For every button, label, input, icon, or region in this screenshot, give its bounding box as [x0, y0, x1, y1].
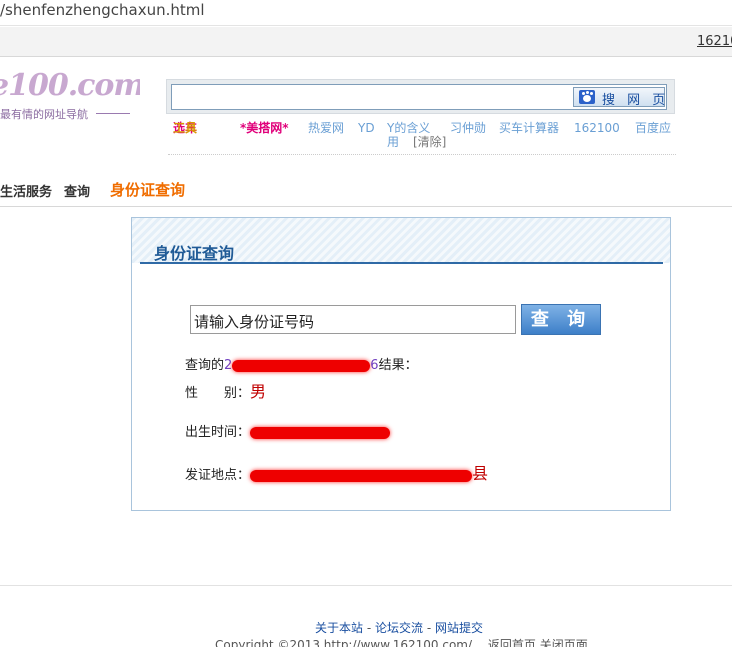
- place-value: 县: [472, 464, 489, 483]
- gender-value: 男: [250, 382, 267, 401]
- web-search-input[interactable]: 搜 网 页: [171, 84, 667, 110]
- redaction-mark: [250, 426, 391, 439]
- logo-tagline: 最有情的网址导航: [0, 108, 88, 121]
- redaction-mark: [232, 359, 371, 372]
- nav-id-query[interactable]: 身份证查询: [110, 179, 185, 200]
- place-label: 发证地点：: [185, 468, 251, 483]
- footer-copyright: Copyright ©2013 http://www.162100.com/ 返…: [215, 636, 588, 647]
- hot-link-car-calc[interactable]: 买车计算器: [499, 121, 559, 136]
- hot-link-yd[interactable]: YD: [358, 121, 375, 136]
- panel-title: 身份证查询: [154, 244, 235, 263]
- birth-label: 出生时间：: [185, 425, 251, 440]
- footer-link-close[interactable]: 关闭页面: [540, 638, 588, 647]
- gender-label: 性 别：: [185, 386, 251, 401]
- breadcrumb-nav: 生活服务 查询 身份证查询: [0, 172, 732, 207]
- panel-divider: [140, 262, 663, 264]
- hot-link-xi[interactable]: 习仲勋: [450, 121, 486, 136]
- footer-links: 关于本站 - 论坛交流 - 网站提交: [315, 621, 483, 635]
- hot-link-y-meaning[interactable]: Y的含义: [387, 121, 430, 136]
- footer-link-forum[interactable]: 论坛交流: [375, 621, 423, 635]
- nav-life-services[interactable]: 生活服务: [0, 181, 52, 200]
- hot-links: 选车 工具 *美搭网* 热爱网 YD Y的含义 习仲勋 买车计算器 162100 …: [168, 119, 676, 155]
- footer-link-about[interactable]: 关于本站: [315, 621, 363, 635]
- hot-link-reai[interactable]: 热爱网: [308, 121, 344, 136]
- nav-query[interactable]: 查询: [64, 181, 90, 200]
- hot-link-baidu-app[interactable]: 百度应: [635, 121, 671, 136]
- hot-link-baidu-app-cont[interactable]: 用: [387, 135, 399, 150]
- site-logo[interactable]: e100.com 最有情的网址导航: [0, 72, 140, 122]
- hot-link-meida[interactable]: *美搭网*: [240, 121, 289, 136]
- address-url[interactable]: /shenfenzhengchaxun.html: [0, 1, 205, 19]
- web-search-button-label: 搜 网 页: [602, 93, 670, 108]
- query-result-line: 查询的2 6结果：: [185, 358, 418, 373]
- logo-text: e100.com: [0, 72, 140, 103]
- footer-link-home[interactable]: 返回首页: [488, 638, 536, 647]
- web-search-button[interactable]: 搜 网 页: [573, 87, 665, 108]
- id-number-input[interactable]: 请输入身份证号码: [190, 305, 516, 334]
- query-button[interactable]: 查 询: [521, 304, 601, 335]
- browser-address-bar[interactable]: /shenfenzhengchaxun.html: [0, 0, 732, 26]
- clear-history-link[interactable]: [清除]: [413, 135, 446, 150]
- gender-row: 性 别：男: [185, 378, 266, 402]
- birth-row: 出生时间：: [185, 421, 391, 440]
- logo-divider: [96, 113, 130, 114]
- search-area: 搜 网 页: [166, 79, 675, 114]
- baidu-paw-icon: [579, 90, 595, 104]
- place-row: 发证地点： 县: [185, 460, 488, 484]
- footer-divider: [0, 585, 732, 586]
- footer-link-submit[interactable]: 网站提交: [435, 621, 483, 635]
- hot-link-162100[interactable]: 162100: [574, 121, 620, 136]
- top-strip: 16210: [0, 27, 732, 57]
- redaction-mark: [250, 469, 473, 482]
- top-link[interactable]: 16210: [697, 34, 732, 49]
- id-query-panel: 身份证查询 请输入身份证号码 查 询 查询的2 6结果： 性 别：男 出生时间： …: [131, 217, 671, 511]
